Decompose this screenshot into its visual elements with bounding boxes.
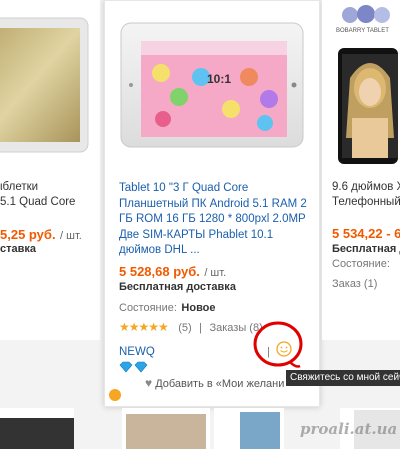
- condition-value: Новое: [181, 302, 216, 314]
- orders-count[interactable]: Заказ (1): [332, 278, 377, 290]
- product-title-line1[interactable]: 9.6 дюймов Х: [332, 181, 400, 193]
- product-image: [240, 412, 280, 449]
- shipping-label: ставка: [0, 243, 37, 255]
- status-dot-icon: [109, 389, 121, 401]
- price-row: 5,25 руб. / шт.: [0, 226, 82, 244]
- rating-row: ★★★★★ (5) | Заказы (8): [119, 318, 263, 336]
- tablet-image: 10:1: [120, 22, 304, 148]
- seller-name[interactable]: NEWQ: [119, 346, 155, 358]
- separator: |: [199, 322, 203, 334]
- flower-logo-icon: [342, 5, 390, 23]
- product-title-line2[interactable]: Телефонный: [332, 196, 400, 208]
- condition-label: Состояние:: [332, 258, 390, 270]
- product-card-bottom-2[interactable]: [122, 408, 210, 449]
- price-unit: / шт.: [204, 267, 227, 279]
- diamond-icon: [119, 361, 148, 373]
- annotation-circle: [253, 321, 303, 368]
- product-card-bottom-3[interactable]: [214, 408, 284, 449]
- price: 5 534,22 - 65: [332, 226, 400, 241]
- free-shipping-label: Бесплатная д: [332, 243, 400, 255]
- model-photo: [342, 54, 398, 158]
- product-card-right[interactable]: BOBARRY TABLET 9.6 дюймов Х Телефонный 5…: [322, 0, 400, 340]
- heart-icon: ♥: [145, 376, 153, 390]
- free-shipping-label: Бесплатная доставка: [119, 281, 236, 293]
- product-title[interactable]: Tablet 10 "3 Г Quad Core Планшетный ПК A…: [119, 181, 309, 259]
- watermark: proali.at.ua: [300, 420, 398, 438]
- wishlist-row[interactable]: ♥ Добавить в «Мои желани: [145, 376, 284, 390]
- rating-stars: ★★★★★: [119, 320, 169, 334]
- product-card-bottom-1[interactable]: [0, 408, 74, 449]
- product-title-line2[interactable]: 5.1 Quad Core: [0, 196, 75, 208]
- product-title-line1[interactable]: ιблетки: [0, 181, 38, 193]
- product-image: [0, 418, 74, 449]
- brand-banner: BOBARRY TABLET: [336, 4, 400, 40]
- product-image[interactable]: [338, 48, 398, 164]
- price: 5 528,68 руб.: [119, 264, 200, 279]
- tablet-image: [0, 17, 89, 153]
- condition-label: Состояние:: [119, 302, 177, 314]
- brand-label: BOBARRY TABLET: [336, 28, 389, 34]
- add-to-wishlist-link[interactable]: Добавить в «Мои желани: [155, 378, 284, 390]
- price: 5,25 руб.: [0, 227, 56, 242]
- product-image: [126, 414, 206, 449]
- review-count[interactable]: (5): [178, 322, 191, 334]
- price-row: 5 528,68 руб. / шт.: [119, 263, 226, 281]
- product-image[interactable]: [0, 14, 92, 154]
- contact-tooltip: Свяжитесь со мной сейч: [286, 370, 400, 386]
- screen-clock: 10:1: [207, 72, 231, 86]
- product-image[interactable]: 10:1: [119, 19, 305, 149]
- condition-row: Состояние: Новое: [119, 298, 216, 316]
- price-unit: / шт.: [60, 230, 82, 242]
- product-card-left[interactable]: ιблетки 5.1 Quad Core 5,25 руб. / шт. ст…: [0, 0, 100, 340]
